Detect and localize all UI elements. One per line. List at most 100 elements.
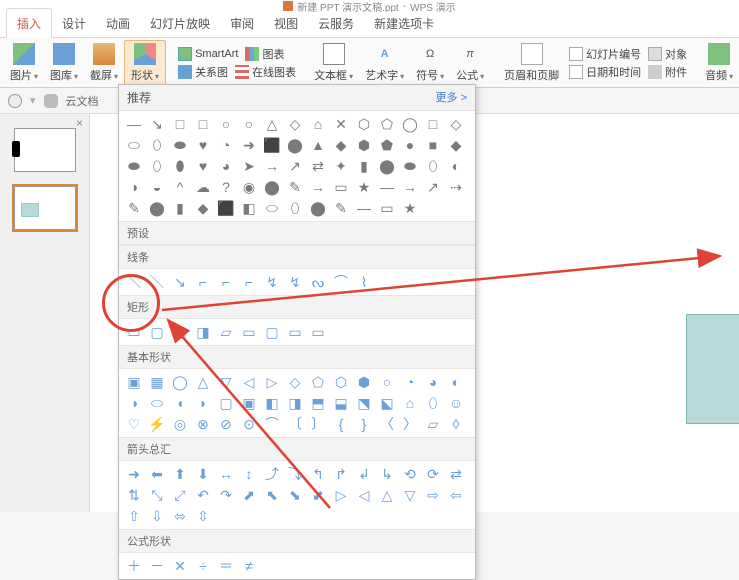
shape-option[interactable]: { (332, 415, 350, 433)
shape-option[interactable]: ◐ (447, 373, 465, 391)
shape-option[interactable]: ◊ (447, 415, 465, 433)
btn-symbol[interactable]: Ω符号 (410, 40, 450, 86)
shape-option[interactable]: ⬉ (263, 486, 281, 504)
shape-option[interactable]: → (309, 178, 327, 196)
shape-option[interactable]: — (125, 115, 143, 133)
shape-option[interactable]: △ (378, 486, 396, 504)
shape-option[interactable]: □ (424, 115, 442, 133)
shape-option[interactable]: ➤ (240, 157, 258, 175)
shape-option[interactable]: — (378, 178, 396, 196)
shape-option[interactable]: ★ (401, 199, 419, 217)
shape-option[interactable]: ◇ (447, 115, 465, 133)
close-panel-icon[interactable]: × (76, 116, 83, 130)
shape-option[interactable]: ⬡ (355, 115, 373, 133)
shape-option[interactable]: ⬯ (148, 157, 166, 175)
shape-option[interactable]: ↰ (309, 465, 327, 483)
shape-option[interactable]: ▲ (309, 136, 327, 154)
shape-option[interactable]: ◖ (171, 394, 189, 412)
tab-design[interactable]: 设计 (52, 9, 96, 37)
shape-option[interactable]: ⟲ (401, 465, 419, 483)
shape-option[interactable]: ▭ (240, 323, 258, 341)
shape-option[interactable]: ⬬ (171, 136, 189, 154)
shape-option[interactable]: ⬟ (378, 136, 396, 154)
shape-option[interactable]: → (401, 178, 419, 196)
shape-option[interactable]: ⊙ (240, 415, 258, 433)
shape-option[interactable]: ⬢ (355, 136, 373, 154)
shape-option[interactable]: ↲ (355, 465, 373, 483)
shape-option[interactable]: ^ (171, 178, 189, 196)
shape-option[interactable]: ↷ (217, 486, 235, 504)
shape-option[interactable]: — (355, 199, 373, 217)
shape-option[interactable]: ⬬ (401, 157, 419, 175)
shape-option[interactable]: ÷ (194, 557, 212, 575)
shape-option[interactable]: □ (194, 115, 212, 133)
shape-option[interactable]: ♥ (194, 157, 212, 175)
shape-option[interactable]: ↱ (332, 465, 350, 483)
shape-option[interactable]: ⇳ (194, 507, 212, 525)
shape-option[interactable]: ▽ (217, 373, 235, 391)
shape-option[interactable]: ◕ (217, 157, 235, 175)
shape-option[interactable]: ✦ (332, 157, 350, 175)
shape-option[interactable]: ＋ (125, 557, 143, 575)
shape-option[interactable]: － (148, 557, 166, 575)
shape-option[interactable]: ⌒ (263, 415, 281, 433)
shape-option[interactable]: ▱ (424, 415, 442, 433)
shape-option[interactable]: ⤵ (286, 465, 304, 483)
shape-option[interactable]: ⇦ (447, 486, 465, 504)
btn-smartart[interactable]: SmartArt图表 (178, 46, 296, 62)
shape-option[interactable]: ◁ (240, 373, 258, 391)
shape-option[interactable]: ▭ (378, 199, 396, 217)
shape-option[interactable]: ⬇ (194, 465, 212, 483)
shape-option[interactable]: ◔ (217, 136, 235, 154)
shape-option[interactable]: ⌐ (194, 273, 212, 291)
shape-option[interactable]: ⚡ (148, 415, 166, 433)
shape-option[interactable]: ⬭ (148, 394, 166, 412)
shape-option[interactable]: ⬯ (424, 394, 442, 412)
shape-option[interactable]: ⬔ (355, 394, 373, 412)
btn-relation[interactable]: 关系图在线图表 (178, 64, 296, 80)
shape-option[interactable]: ⌐ (240, 273, 258, 291)
shape-option[interactable]: ⬬ (125, 157, 143, 175)
shape-option[interactable]: ↶ (194, 486, 212, 504)
shape-option[interactable]: ◆ (332, 136, 350, 154)
cloud-doc-label[interactable]: 云文档 (66, 93, 99, 109)
shape-option[interactable]: } (355, 415, 373, 433)
shape-option[interactable]: ● (401, 136, 419, 154)
shape-option[interactable]: ⬆ (171, 465, 189, 483)
shape-option[interactable]: ▢ (148, 323, 166, 341)
tab-review[interactable]: 审阅 (220, 9, 264, 37)
shape-option[interactable]: ⬠ (309, 373, 327, 391)
tab-view[interactable]: 视图 (264, 9, 308, 37)
shape-option[interactable]: ⌂ (401, 394, 419, 412)
shape-option[interactable]: ♡ (125, 415, 143, 433)
shape-option[interactable]: ? (217, 178, 235, 196)
shape-option[interactable]: ▮ (171, 199, 189, 217)
shape-option[interactable]: ⊘ (217, 415, 235, 433)
shape-option[interactable]: ⬤ (309, 199, 327, 217)
shape-option[interactable]: ⬛ (217, 199, 235, 217)
shape-option[interactable]: ↳ (378, 465, 396, 483)
shape-option[interactable]: ◆ (447, 136, 465, 154)
dd-more-link[interactable]: 更多 > (436, 89, 467, 106)
shape-option[interactable]: ◆ (194, 199, 212, 217)
shape-option[interactable]: ◁ (355, 486, 373, 504)
shape-option[interactable]: ◗ (194, 394, 212, 412)
shape-option[interactable]: ◇ (286, 373, 304, 391)
shape-option[interactable]: ⬢ (355, 373, 373, 391)
shape-option[interactable]: ◐ (447, 157, 465, 175)
btn-date-time[interactable]: 日期和时间附件 (569, 64, 687, 80)
btn-screenshot[interactable]: 截屏 (84, 40, 124, 86)
shape-option[interactable]: ○ (378, 373, 396, 391)
btn-wordart[interactable]: A艺术字 (359, 40, 410, 86)
shape-option[interactable]: ⬒ (309, 394, 327, 412)
shape-option[interactable]: ⤴ (263, 465, 281, 483)
shape-option[interactable]: ⬈ (240, 486, 258, 504)
shape-option[interactable]: ⬯ (424, 157, 442, 175)
rectangle-shape[interactable] (686, 314, 739, 424)
shape-option[interactable]: ◔ (401, 373, 419, 391)
shape-option[interactable]: ⬅ (148, 465, 166, 483)
shape-option[interactable]: ☁ (194, 178, 212, 196)
shape-option[interactable]: ↘ (148, 115, 166, 133)
shape-option[interactable]: ★ (355, 178, 373, 196)
btn-audio[interactable]: 音频 (699, 40, 739, 86)
